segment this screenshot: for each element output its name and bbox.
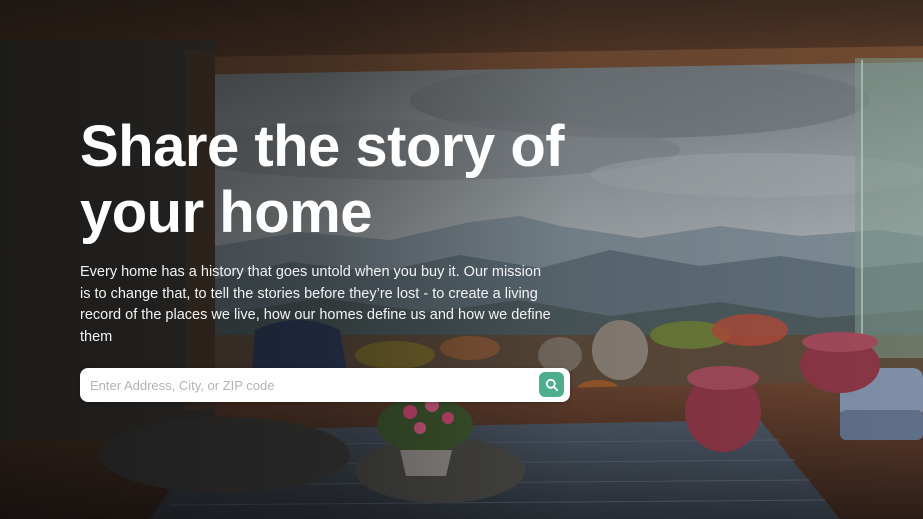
search-icon	[545, 378, 558, 391]
address-search-input[interactable]	[90, 368, 530, 402]
address-search-bar	[80, 368, 570, 402]
hero-section: Share the story of your home Every home …	[0, 0, 923, 519]
hero-overlay	[0, 0, 923, 519]
search-button[interactable]	[539, 372, 564, 397]
hero-description: Every home has a history that goes untol…	[80, 264, 551, 345]
hero-headline: Share the story of your home	[80, 114, 565, 245]
